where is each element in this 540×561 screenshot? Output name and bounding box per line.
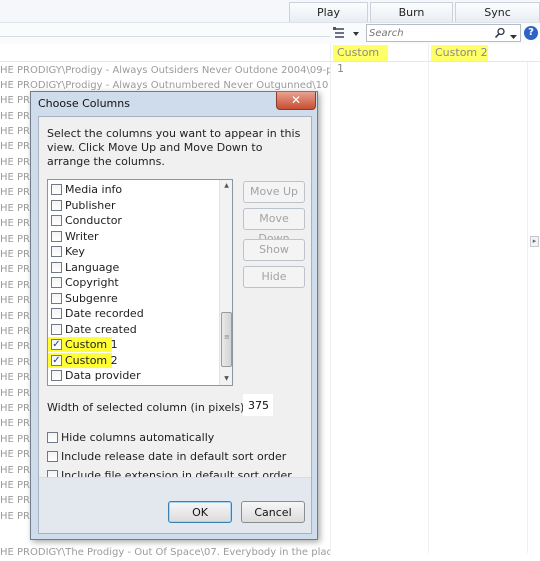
- column-checkbox[interactable]: ✓: [51, 354, 62, 366]
- scroll-down-icon[interactable]: ▼: [222, 375, 231, 383]
- column-checkbox[interactable]: [51, 277, 62, 288]
- search-input[interactable]: [369, 26, 487, 40]
- column-option-label: Date recorded: [65, 307, 144, 320]
- option-label: Include release date in default sort ord…: [61, 450, 287, 463]
- column-width-label: Width of selected column (in pixels):: [47, 401, 249, 414]
- column-checkbox[interactable]: [51, 199, 62, 211]
- move-down-button[interactable]: Move Down: [243, 208, 305, 245]
- column-option[interactable]: Language: [51, 260, 217, 275]
- column-option-label: Writer: [65, 229, 99, 243]
- column-option[interactable]: Writer: [51, 229, 217, 244]
- column-option-label: Copyright: [65, 276, 119, 289]
- tab-play[interactable]: Play: [289, 2, 368, 22]
- column-header-custom-1[interactable]: Custom 1: [333, 45, 388, 75]
- column-separator: [330, 44, 331, 62]
- column-option[interactable]: Date created: [51, 322, 217, 337]
- column-option[interactable]: Copyright: [51, 275, 217, 290]
- column-checkbox[interactable]: ✓: [51, 339, 62, 350]
- view-options-icon[interactable]: [333, 26, 363, 40]
- column-checkbox[interactable]: [51, 323, 62, 335]
- close-button[interactable]: ✕: [276, 92, 316, 110]
- column-option[interactable]: Date recorded: [51, 306, 217, 321]
- ok-button[interactable]: OK: [168, 501, 232, 523]
- column-checkbox[interactable]: [51, 308, 62, 319]
- dialog-title: Choose Columns: [38, 97, 130, 110]
- track-row[interactable]: HE PRODIGY\The Prodigy - Out Of Space\07…: [0, 545, 330, 561]
- dialog-body: Select the columns you want to appear in…: [38, 116, 312, 534]
- column-option[interactable]: ✓ Custom 1: [48, 337, 217, 352]
- cancel-button[interactable]: Cancel: [241, 501, 305, 523]
- column-checkbox[interactable]: [51, 246, 62, 257]
- column-option[interactable]: Data provider: [51, 368, 217, 383]
- search-field[interactable]: [366, 24, 521, 42]
- option-row[interactable]: Include release date in default sort ord…: [47, 449, 297, 464]
- search-icon[interactable]: [494, 27, 506, 42]
- column-option-label: Data provider: [65, 369, 141, 382]
- column-header-custom-2[interactable]: Custom 2: [431, 45, 488, 61]
- column-option-label: Conductor: [65, 214, 122, 227]
- column-checkbox[interactable]: [51, 261, 62, 273]
- column-option[interactable]: Key: [51, 244, 217, 259]
- column-option-label: Subgenre: [65, 291, 118, 305]
- column-option-label: Publisher: [65, 198, 116, 212]
- column-option[interactable]: Media info: [51, 182, 217, 197]
- column-option-label: Custom 1: [65, 338, 118, 351]
- help-icon[interactable]: ?: [524, 26, 538, 40]
- column-checkbox[interactable]: [51, 215, 62, 226]
- column-option-label: Custom 2: [65, 353, 118, 367]
- track-row[interactable]: HE PRODIGY\Prodigy - Always Outsiders Ne…: [0, 63, 330, 79]
- dialog-instructions: Select the columns you want to appear in…: [47, 127, 301, 168]
- move-up-button[interactable]: Move Up: [243, 181, 305, 203]
- column-option[interactable]: Publisher: [51, 198, 217, 213]
- listbox-scrollbar[interactable]: ▲ ≡ ▼: [219, 180, 232, 385]
- option-checkbox[interactable]: [47, 432, 58, 443]
- column-option[interactable]: ✓ Custom 2: [48, 352, 217, 368]
- column-option[interactable]: Conductor: [51, 213, 217, 228]
- hide-button[interactable]: Hide: [243, 266, 305, 288]
- column-option-label: Language: [65, 260, 120, 274]
- tab-sync[interactable]: Sync: [455, 2, 540, 22]
- column-checkbox[interactable]: [51, 370, 62, 381]
- tab-burn[interactable]: Burn: [370, 2, 453, 22]
- column-checkbox[interactable]: [51, 292, 62, 304]
- option-label: Hide columns automatically: [61, 431, 215, 444]
- scroll-up-icon[interactable]: ▲: [222, 182, 231, 190]
- option-checkbox[interactable]: [47, 451, 58, 462]
- toolbar-divider: [0, 36, 330, 37]
- column-gridline: [527, 62, 528, 553]
- column-gridline: [330, 62, 331, 553]
- choose-columns-dialog: Choose Columns ✕ Select the columns you …: [30, 91, 318, 540]
- scrollbar-thumb[interactable]: ≡: [221, 312, 232, 367]
- expand-arrow-icon[interactable]: ▸: [530, 236, 539, 247]
- player-tab-bar: Play Burn Sync: [0, 0, 540, 22]
- column-gridline: [428, 62, 429, 553]
- column-checkbox[interactable]: [51, 230, 62, 242]
- columns-listbox[interactable]: Media info Publisher Conductor Writer Key Lan…: [47, 179, 233, 386]
- option-row[interactable]: Hide columns automatically: [47, 430, 297, 445]
- column-option-label: Date created: [65, 322, 137, 336]
- column-option-label: Media info: [65, 183, 123, 196]
- column-checkbox[interactable]: [51, 184, 62, 195]
- column-option[interactable]: Subgenre: [51, 291, 217, 306]
- show-button[interactable]: Show: [243, 239, 305, 261]
- column-option-label: Key: [65, 245, 85, 258]
- column-separator: [428, 44, 429, 62]
- column-width-input[interactable]: [243, 394, 273, 416]
- search-dropdown-icon[interactable]: [510, 30, 517, 43]
